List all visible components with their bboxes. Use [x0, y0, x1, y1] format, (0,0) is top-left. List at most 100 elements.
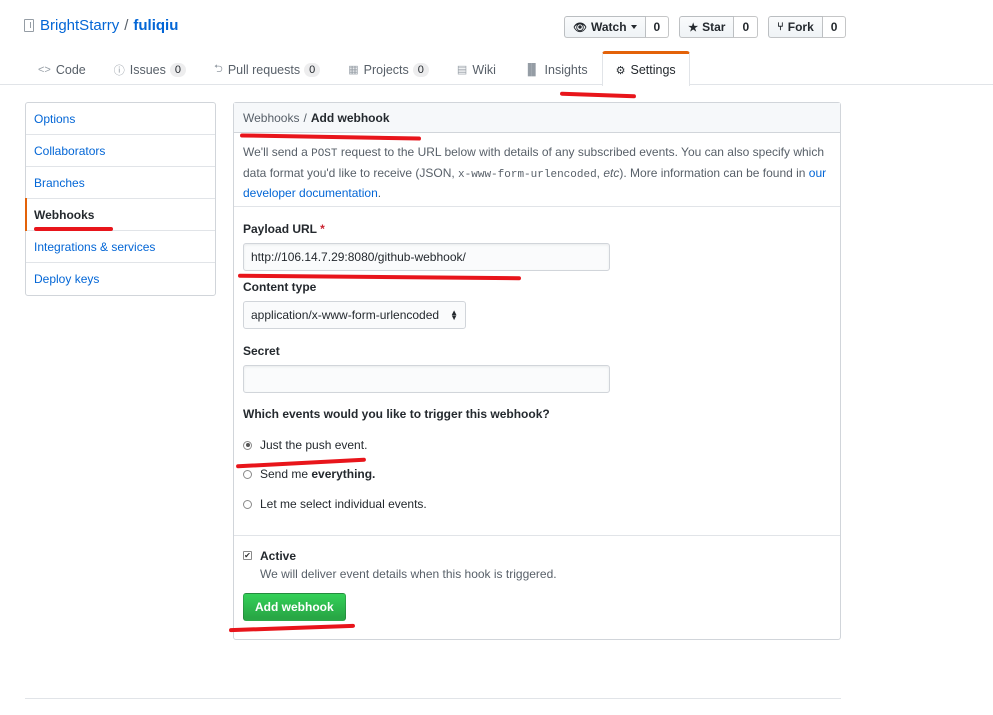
- add-webhook-box: Webhooks / Add webhook We'll send a POST…: [233, 102, 841, 640]
- sidebar-item-integrations[interactable]: Integrations & services: [26, 231, 215, 263]
- radio-everything-em: everything.: [311, 467, 376, 481]
- secret-input[interactable]: [243, 365, 610, 393]
- active-checkbox-row[interactable]: ✔ Active We will deliver event details w…: [243, 549, 831, 581]
- radio-push-event[interactable]: Just the push event.: [243, 438, 831, 452]
- tab-settings-label: Settings: [630, 63, 676, 77]
- pull-request-icon: ⮌: [214, 63, 223, 75]
- secret-group: Secret: [243, 344, 831, 393]
- repo-title: BrightStarry / fuliqiu: [24, 17, 178, 34]
- tab-settings[interactable]: ⚙ Settings: [601, 51, 690, 86]
- graph-icon: ▐▌: [523, 63, 540, 76]
- radio-everything[interactable]: Send me everything.: [243, 467, 831, 481]
- tab-projects[interactable]: ▦ Projects 0: [334, 52, 443, 86]
- issue-icon: ⓘ: [113, 64, 125, 77]
- events-question: Which events would you like to trigger t…: [243, 407, 550, 421]
- breadcrumb-webhooks-link[interactable]: Webhooks: [243, 111, 299, 125]
- page-title: Add webhook: [310, 110, 390, 125]
- webhook-intro-text: We'll send a POST request to the URL bel…: [234, 133, 840, 207]
- fork-group: ⑂ Fork 0: [768, 16, 847, 38]
- gear-icon: ⚙: [615, 64, 626, 77]
- tab-insights[interactable]: ▐▌ Insights: [510, 52, 602, 86]
- active-label: Active: [260, 549, 297, 563]
- intro-code-urlencoded: x-www-form-urlencoded: [458, 168, 597, 181]
- breadcrumb: Webhooks / Add webhook: [234, 103, 840, 133]
- code-icon: <>: [38, 63, 51, 76]
- radio-individual-events[interactable]: Let me select individual events.: [243, 497, 831, 511]
- annotation-underline-settings: [559, 91, 637, 99]
- intro-code-post: POST: [311, 148, 338, 160]
- tab-insights-label: Insights: [544, 62, 588, 77]
- annotation-underline-webhooks: [34, 227, 113, 231]
- radio-individual-events-control[interactable]: [243, 499, 252, 509]
- radio-push-event-label: Just the push event.: [260, 438, 368, 452]
- watch-button[interactable]: 👁︎ Watch: [564, 16, 646, 38]
- repo-name-link[interactable]: fuliqiu: [133, 17, 178, 34]
- tab-wiki[interactable]: ▤ Wiki: [443, 52, 510, 86]
- sidebar-item-options[interactable]: Options: [26, 103, 215, 135]
- intro-text-4: ). More information can be found in: [619, 165, 809, 180]
- tab-code-label: Code: [55, 62, 86, 77]
- book-icon: ▤: [456, 64, 468, 76]
- star-group: ★ Star 0: [679, 16, 759, 38]
- content-type-label: Content type: [243, 280, 317, 294]
- repo-owner-link[interactable]: BrightStarry: [40, 17, 119, 34]
- active-note: We will deliver event details when this …: [260, 567, 557, 581]
- watch-group: 👁︎ Watch 0: [564, 16, 670, 38]
- repo-title-separator: /: [124, 17, 129, 34]
- fork-label: Fork: [787, 20, 814, 34]
- star-icon: ★: [688, 21, 699, 34]
- intro-text-5: .: [377, 186, 382, 200]
- payload-url-group: Payload URL * http://106.14.7.29:8080/gi…: [243, 222, 831, 271]
- watch-count[interactable]: 0: [645, 16, 670, 38]
- repo-nav: <> Code ⓘ Issues 0 ⮌ Pull requests 0 ▦ P…: [24, 51, 690, 86]
- add-webhook-button[interactable]: Add webhook: [243, 593, 346, 621]
- content-type-value: application/x-www-form-urlencoded: [251, 308, 440, 322]
- eye-icon: 👁︎: [573, 21, 587, 34]
- tab-pull-requests[interactable]: ⮌ Pull requests 0: [200, 52, 334, 86]
- sidebar-item-deploy-keys[interactable]: Deploy keys: [26, 263, 215, 295]
- issues-counter: 0: [169, 62, 187, 77]
- active-section: ✔ Active We will deliver event details w…: [234, 535, 840, 634]
- webhook-form: Payload URL * http://106.14.7.29:8080/gi…: [234, 222, 840, 511]
- fork-count[interactable]: 0: [822, 16, 847, 38]
- sidebar-item-collaborators[interactable]: Collaborators: [26, 135, 215, 167]
- tab-pull-requests-label: Pull requests: [227, 62, 301, 77]
- radio-everything-label: Send me everything.: [260, 467, 375, 481]
- star-count[interactable]: 0: [734, 16, 759, 38]
- project-icon: ▦: [348, 64, 359, 76]
- footer-divider: [25, 698, 841, 699]
- pulls-counter: 0: [304, 62, 321, 77]
- intro-etc: etc: [603, 165, 620, 180]
- radio-everything-prefix: Send me: [260, 467, 312, 481]
- payload-url-input[interactable]: http://106.14.7.29:8080/github-webhook/: [243, 243, 610, 271]
- repo-header: BrightStarry / fuliqiu 👁︎ Watch 0 ★ Star…: [0, 0, 993, 86]
- tab-issues[interactable]: ⓘ Issues 0: [100, 52, 200, 86]
- repo-icon: [24, 19, 34, 32]
- tab-projects-label: Projects: [363, 62, 409, 77]
- fork-button[interactable]: ⑂ Fork: [768, 16, 823, 38]
- radio-everything-control[interactable]: [243, 469, 252, 479]
- required-mark: *: [320, 222, 325, 236]
- radio-individual-events-label: Let me select individual events.: [260, 497, 427, 511]
- tab-issues-label: Issues: [129, 62, 166, 77]
- active-checkbox[interactable]: ✔: [243, 551, 252, 560]
- settings-sidebar: Options Collaborators Branches Webhooks …: [25, 102, 216, 296]
- projects-counter: 0: [412, 62, 429, 77]
- breadcrumb-separator: /: [303, 110, 307, 125]
- content-type-select[interactable]: application/x-www-form-urlencoded ▲ ▼: [243, 301, 466, 329]
- star-button[interactable]: ★ Star: [679, 16, 735, 38]
- intro-text-1: We'll send a: [243, 145, 312, 159]
- active-text: Active We will deliver event details whe…: [260, 549, 557, 581]
- tab-code[interactable]: <> Code: [24, 52, 100, 86]
- watch-label: Watch: [590, 20, 627, 34]
- select-arrows-icon: ▲ ▼: [450, 308, 458, 322]
- content-type-group: Content type application/x-www-form-urle…: [243, 280, 831, 329]
- sidebar-item-branches[interactable]: Branches: [26, 167, 215, 199]
- tab-wiki-label: Wiki: [472, 62, 496, 77]
- star-label: Star: [702, 20, 726, 34]
- fork-icon: ⑂: [777, 21, 784, 33]
- chevron-down-icon: [630, 25, 637, 29]
- submit-row: Add webhook: [243, 593, 831, 621]
- radio-push-event-control[interactable]: [243, 440, 252, 450]
- payload-url-label-text: Payload URL: [243, 222, 317, 236]
